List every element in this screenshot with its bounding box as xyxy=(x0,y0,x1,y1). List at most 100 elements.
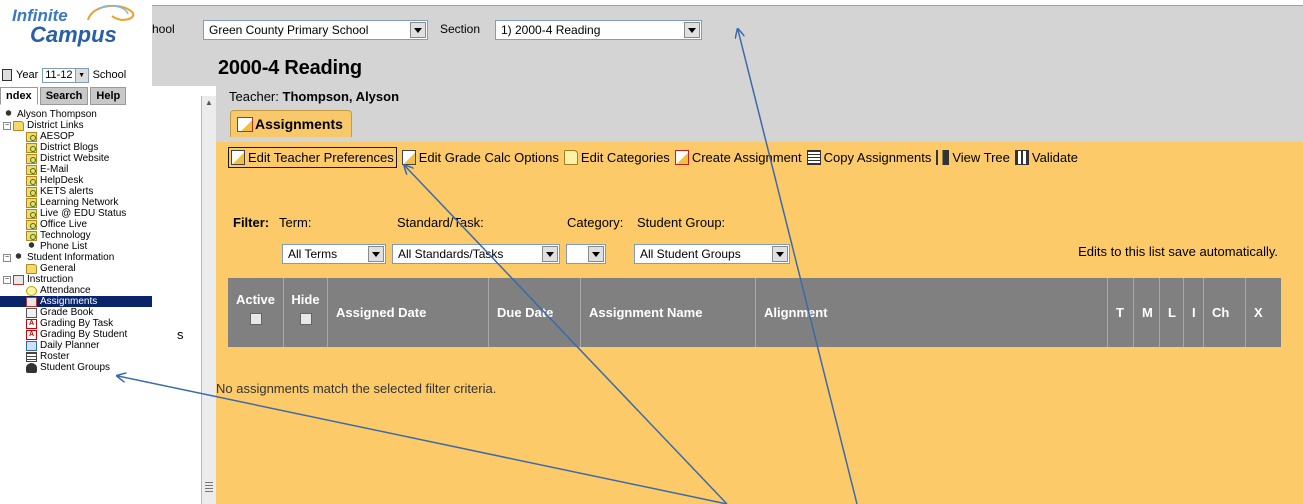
section-select[interactable]: 1) 2000-4 Reading xyxy=(495,20,702,40)
active-all-checkbox[interactable] xyxy=(249,313,262,325)
edit-teacher-preferences-button-label: Edit Teacher Preferences xyxy=(248,149,394,165)
chevron-down-icon[interactable] xyxy=(368,246,384,262)
nav-item-daily-planner[interactable]: Daily Planner xyxy=(0,340,152,351)
validate-button[interactable]: Validate xyxy=(1014,149,1078,165)
nav-item-district-blogs[interactable]: District Blogs xyxy=(0,142,152,153)
student-group-label: Student Group: xyxy=(637,215,726,230)
grading-task-icon: A xyxy=(26,329,37,340)
collapse-toggle-icon[interactable]: − xyxy=(3,121,11,130)
chevron-down-icon[interactable]: ▼ xyxy=(74,68,88,82)
hide-all-checkbox[interactable] xyxy=(299,313,312,325)
column-l[interactable]: L xyxy=(1160,278,1184,347)
copy-icon xyxy=(806,149,821,165)
vertical-scrollbar[interactable]: ▲ xyxy=(201,96,216,504)
nav-item-label: Grading By Task xyxy=(40,318,114,329)
validate-icon xyxy=(1014,149,1029,165)
nav-item-district-website[interactable]: District Website xyxy=(0,153,152,164)
student-group-select[interactable]: All Student Groups xyxy=(634,244,790,264)
column-m[interactable]: M xyxy=(1134,278,1160,347)
nav-item-label: Alyson Thompson xyxy=(17,109,97,120)
copy-assignments-button-label: Copy Assignments xyxy=(823,149,932,165)
year-select[interactable]: 11-12 ▼ xyxy=(42,67,89,83)
divider xyxy=(152,5,1303,6)
column-x[interactable]: X xyxy=(1246,278,1281,347)
collapse-toggle-icon[interactable]: − xyxy=(3,275,11,284)
column-alignment[interactable]: Alignment xyxy=(756,278,1108,347)
nav-item-grade-book[interactable]: Grade Book xyxy=(0,307,152,318)
nav-item-kets-alerts[interactable]: KETS alerts xyxy=(0,186,152,197)
nav-item-assignments[interactable]: Assignments xyxy=(0,296,152,307)
link-icon xyxy=(26,131,37,142)
edit-categories-button[interactable]: Edit Categories xyxy=(563,149,670,165)
nav-item-live-edu-status[interactable]: Live @ EDU Status xyxy=(0,208,152,219)
column-hide: Hide xyxy=(284,278,328,347)
chevron-down-icon[interactable] xyxy=(542,246,558,262)
nav-item-helpdesk[interactable]: HelpDesk xyxy=(0,175,152,186)
column-active: Active xyxy=(228,278,284,347)
collapse-toggle-icon[interactable]: − xyxy=(3,253,11,262)
student-group-value: All Student Groups xyxy=(640,247,741,261)
assignments-panel: Edit Teacher Preferences Edit Grade Calc … xyxy=(216,142,1303,504)
nav-item-label: Attendance xyxy=(40,285,91,296)
chevron-down-icon[interactable] xyxy=(410,22,426,38)
folder-icon xyxy=(563,149,578,165)
scroll-grip-icon[interactable] xyxy=(205,482,213,492)
nav-item-label: HelpDesk xyxy=(40,175,84,186)
column-ch[interactable]: Ch xyxy=(1204,278,1246,347)
column-assigned-date[interactable]: Assigned Date xyxy=(328,278,489,347)
nav-item-learning-network[interactable]: Learning Network xyxy=(0,197,152,208)
truncated-text: s xyxy=(177,327,184,342)
year-value: 11-12 xyxy=(45,69,73,81)
nav-item-roster[interactable]: Roster xyxy=(0,351,152,362)
view-tree-button[interactable]: View Tree xyxy=(936,149,1010,165)
scroll-up-icon[interactable]: ▲ xyxy=(205,98,213,107)
nav-item-instruction[interactable]: − Instruction xyxy=(0,274,152,285)
chevron-down-icon[interactable] xyxy=(684,22,700,38)
column-t[interactable]: T xyxy=(1108,278,1134,347)
nav-item-grading-by-task[interactable]: A Grading By Task xyxy=(0,318,152,329)
edit-grade-calc-options-button[interactable]: Edit Grade Calc Options xyxy=(401,149,559,165)
nav-item-grading-by-student[interactable]: A Grading By Student xyxy=(0,329,152,340)
tree-icon xyxy=(936,149,950,165)
copy-assignments-button[interactable]: Copy Assignments xyxy=(806,149,932,165)
chevron-down-icon[interactable] xyxy=(588,246,604,262)
tab-search[interactable]: Search xyxy=(39,87,89,105)
chevron-down-icon[interactable] xyxy=(772,246,788,262)
category-select[interactable] xyxy=(566,244,606,264)
nav-item-label: Daily Planner xyxy=(40,340,100,351)
school-value: Green County Primary School xyxy=(209,23,369,37)
nav-item-district-links[interactable]: − District Links xyxy=(0,120,152,131)
school-select[interactable]: Green County Primary School xyxy=(203,20,428,40)
nav-item-attendance[interactable]: Attendance xyxy=(0,285,152,296)
nav-item-technology[interactable]: Technology xyxy=(0,230,152,241)
link-icon xyxy=(26,153,37,164)
grading-task-icon: A xyxy=(26,318,37,329)
create-assignment-button[interactable]: Create Assignment xyxy=(674,149,802,165)
column-i[interactable]: I xyxy=(1184,278,1204,347)
tab-assignments[interactable]: Assignments xyxy=(230,110,352,137)
nav-item-student-groups[interactable]: Student Groups xyxy=(0,362,152,373)
nav-item-label: Student Information xyxy=(27,252,115,263)
navigation-panel: Infinite Campus Year 11-12 ▼ School ndex… xyxy=(0,0,152,504)
nav-item-label: Grade Book xyxy=(40,307,94,318)
nav-item-student-information[interactable]: − Student Information xyxy=(0,252,152,263)
nav-item-e-mail[interactable]: E-Mail xyxy=(0,164,152,175)
standard-task-value: All Standards/Tasks xyxy=(398,247,504,261)
tab-index[interactable]: ndex xyxy=(0,87,38,105)
school-label: hool xyxy=(152,22,175,36)
column-active-label: Active xyxy=(235,292,276,307)
link-icon xyxy=(26,186,37,197)
nav-item-alyson-thompson[interactable]: Alyson Thompson xyxy=(0,109,152,120)
calendar-icon[interactable] xyxy=(2,69,12,81)
column-due-date[interactable]: Due Date xyxy=(489,278,581,347)
groups-icon xyxy=(26,362,37,373)
term-select[interactable]: All Terms xyxy=(282,244,386,264)
edit-teacher-preferences-button[interactable]: Edit Teacher Preferences xyxy=(228,146,397,168)
nav-item-phone-list[interactable]: Phone List xyxy=(0,241,152,252)
column-assignment-name[interactable]: Assignment Name xyxy=(581,278,756,347)
nav-item-general[interactable]: General xyxy=(0,263,152,274)
tab-help[interactable]: Help xyxy=(90,87,127,105)
nav-item-aesop[interactable]: AESOP xyxy=(0,131,152,142)
standard-task-select[interactable]: All Standards/Tasks xyxy=(392,244,560,264)
nav-item-office-live[interactable]: Office Live xyxy=(0,219,152,230)
